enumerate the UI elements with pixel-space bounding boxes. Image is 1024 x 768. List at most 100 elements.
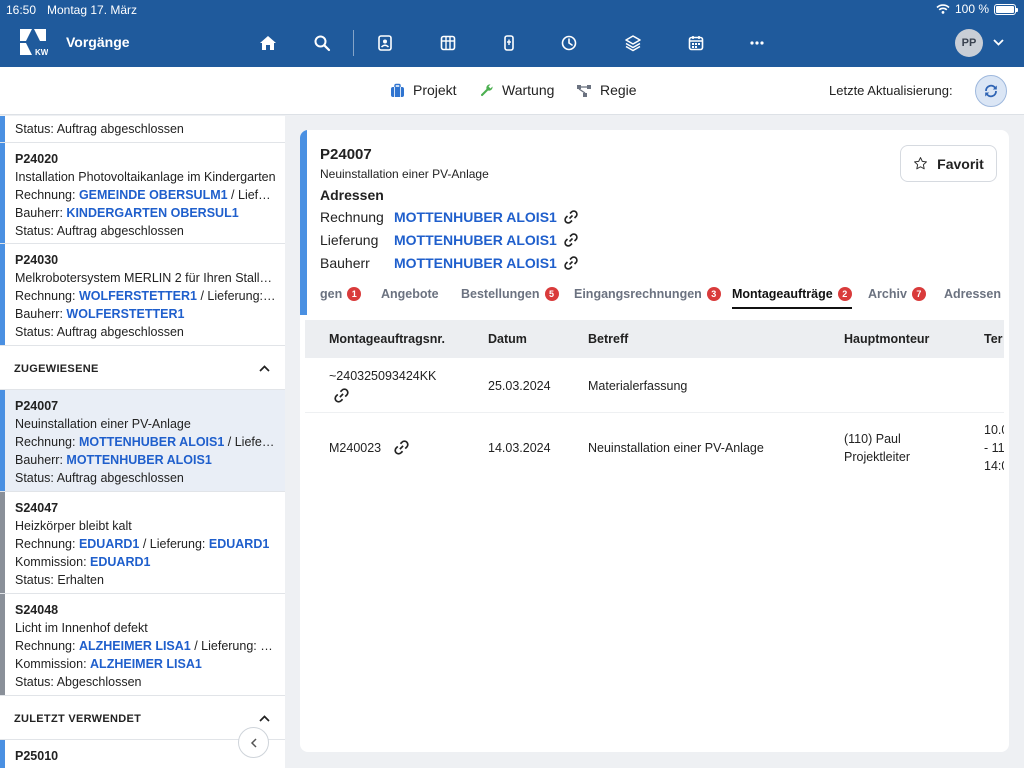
rechnung-label: Rechnung:: [15, 537, 79, 551]
cell-monteur-line1: (110) Paul: [844, 432, 901, 446]
address-row-lieferung: Lieferung MOTTENHUBER ALOIS1: [320, 232, 579, 248]
tab-projekt[interactable]: Projekt: [390, 82, 457, 98]
address-row-bauherr: Bauherr MOTTENHUBER ALOIS1: [320, 255, 579, 271]
tab-label: Adressen: [944, 287, 1001, 301]
chevron-down-icon[interactable]: [992, 36, 1005, 49]
star-icon: [914, 157, 928, 170]
column-header-hauptmonteur[interactable]: Hauptmonteur: [844, 332, 929, 346]
tab-wartung[interactable]: Wartung: [479, 82, 554, 98]
cell-termin-line1: 10.0: [984, 423, 1004, 437]
layers-icon[interactable]: [620, 30, 646, 56]
chevron-left-icon: [250, 737, 257, 748]
bauherr-link[interactable]: KINDERGARTEN OBERSUL1: [66, 206, 238, 220]
list-item[interactable]: S24047 Heizkörper bleibt kalt Rechnung: …: [0, 492, 285, 594]
item-type-bar: [0, 492, 5, 593]
link-icon[interactable]: [563, 255, 579, 271]
bauherr-link[interactable]: WOLFERSTETTER1: [66, 307, 184, 321]
count-badge: 2: [837, 287, 852, 301]
calendar-icon[interactable]: [683, 30, 709, 56]
montageauftraege-table: Montageauftragsnr. Datum Betreff Hauptmo…: [305, 320, 1004, 752]
favorite-label: Favorit: [937, 155, 984, 172]
item-bauherr-line: Bauherr: MOTTENHUBER ALOIS1: [15, 451, 277, 469]
rechnung-link[interactable]: ALZHEIMER LISA1: [79, 639, 191, 653]
item-bauherr-line: Bauherr: WOLFERSTETTER1: [15, 305, 277, 323]
status-date: Montag 17. März: [47, 3, 138, 17]
link-icon[interactable]: [563, 232, 579, 248]
item-type-bar: [0, 390, 5, 491]
favorite-button[interactable]: Favorit: [900, 145, 997, 182]
clock-icon[interactable]: [556, 30, 582, 56]
column-header-datum[interactable]: Datum: [488, 332, 527, 346]
column-header-nr[interactable]: Montageauftragsnr.: [329, 332, 445, 346]
tab-gen[interactable]: gen 1: [320, 287, 362, 301]
vorgang-detail-card: P24007 Neuinstallation einer PV-Anlage F…: [300, 130, 1009, 752]
row-divider: [305, 412, 1004, 413]
list-item[interactable]: P24020 Installation Photovoltaikanlage i…: [0, 143, 285, 244]
user-avatar[interactable]: PP: [955, 29, 983, 57]
search-icon[interactable]: [309, 30, 335, 56]
rechnung-link[interactable]: EDUARD1: [79, 537, 139, 551]
lieferung-label: / Lieferung:: [139, 537, 209, 551]
document-badge-icon[interactable]: [496, 30, 522, 56]
address-row-rechnung: Rechnung MOTTENHUBER ALOIS1: [320, 209, 579, 225]
kommission-link[interactable]: EDUARD1: [90, 555, 150, 569]
home-icon[interactable]: [255, 30, 281, 56]
list-item-selected[interactable]: P24007 Neuinstallation einer PV-Anlage R…: [0, 390, 285, 492]
item-title: Licht im Innenhof defekt: [15, 621, 148, 635]
tab-wartung-label: Wartung: [502, 82, 555, 98]
item-code: P24007: [15, 399, 59, 413]
link-icon[interactable]: [333, 387, 350, 407]
address-link[interactable]: MOTTENHUBER ALOIS1: [394, 255, 557, 271]
contacts-icon[interactable]: [372, 30, 398, 56]
logo-text: KWP: [35, 48, 48, 57]
device-status-bar: 16:50 Montag 17. März 100 %: [0, 0, 1024, 18]
rechnung-link[interactable]: MOTTENHUBER ALOIS1: [79, 435, 224, 449]
link-icon[interactable]: [563, 209, 579, 225]
refresh-icon: [985, 84, 997, 98]
column-header-betreff[interactable]: Betreff: [588, 332, 628, 346]
tab-angebote[interactable]: Angebote: [381, 287, 439, 301]
list-item[interactable]: S24048 Licht im Innenhof defekt Rechnung…: [0, 594, 285, 696]
tab-regie[interactable]: Regie: [576, 82, 637, 98]
refresh-button[interactable]: [975, 75, 1007, 107]
tab-montageauftraege[interactable]: Montageaufträge 2: [732, 287, 852, 309]
item-kommission-line: Kommission: EDUARD1: [15, 553, 277, 571]
tab-bestellungen[interactable]: Bestellungen 5: [461, 287, 559, 301]
section-assigned-header[interactable]: ZUGEWIESENE: [0, 346, 285, 390]
rechnung-link[interactable]: GEMEINDE OBERSULM1: [79, 188, 228, 202]
more-icon[interactable]: [744, 30, 770, 56]
rechnung-label: Rechnung:: [15, 639, 79, 653]
cell-monteur-line2: Projektleiter: [844, 450, 910, 464]
bauherr-label: Bauherr:: [15, 206, 67, 220]
tab-adressen[interactable]: Adressen: [944, 287, 1001, 301]
lieferung-label: / Lieferun…: [227, 435, 277, 449]
tab-eingangsrechnungen[interactable]: Eingangsrechnungen 3: [574, 287, 721, 301]
filter-header: Projekt Wartung Regie Letzte Aktualisier…: [0, 67, 1024, 115]
item-type-bar: [0, 740, 5, 768]
list-item[interactable]: Status: Auftrag abgeschlossen: [0, 116, 285, 143]
item-type-bar: [0, 143, 5, 243]
collapse-sidebar-button[interactable]: [238, 727, 269, 758]
list-item[interactable]: P24030 Melkrobotersystem MERLIN 2 für Ih…: [0, 244, 285, 346]
table-grid-icon[interactable]: [435, 30, 461, 56]
address-link[interactable]: MOTTENHUBER ALOIS1: [394, 209, 557, 225]
kwp-logo[interactable]: KWP: [18, 27, 54, 57]
lieferung-link[interactable]: EDUARD1: [209, 537, 269, 551]
kommission-link[interactable]: ALZHEIMER LISA1: [90, 657, 202, 671]
section-assigned-title: ZUGEWIESENE: [14, 363, 99, 375]
briefcase-icon: [391, 83, 404, 97]
detail-subtitle: Neuinstallation einer PV-Anlage: [320, 167, 489, 181]
nav-separator: [353, 30, 354, 56]
addresses-heading: Adressen: [320, 187, 384, 203]
tab-archiv[interactable]: Archiv 7: [868, 287, 926, 301]
item-rechnung-line: Rechnung: WOLFERSTETTER1 / Lieferung: W…: [15, 287, 277, 305]
item-code: P25010: [15, 749, 59, 763]
bauherr-link[interactable]: MOTTENHUBER ALOIS1: [66, 453, 211, 467]
rechnung-link[interactable]: WOLFERSTETTER1: [79, 289, 197, 303]
column-header-termin[interactable]: Ter: [984, 332, 1003, 346]
link-icon[interactable]: [393, 439, 410, 459]
tab-projekt-label: Projekt: [413, 82, 457, 98]
bauherr-label: Bauherr:: [15, 453, 67, 467]
address-link[interactable]: MOTTENHUBER ALOIS1: [394, 232, 557, 248]
lieferung-label: / Lieferung:: [190, 639, 261, 653]
